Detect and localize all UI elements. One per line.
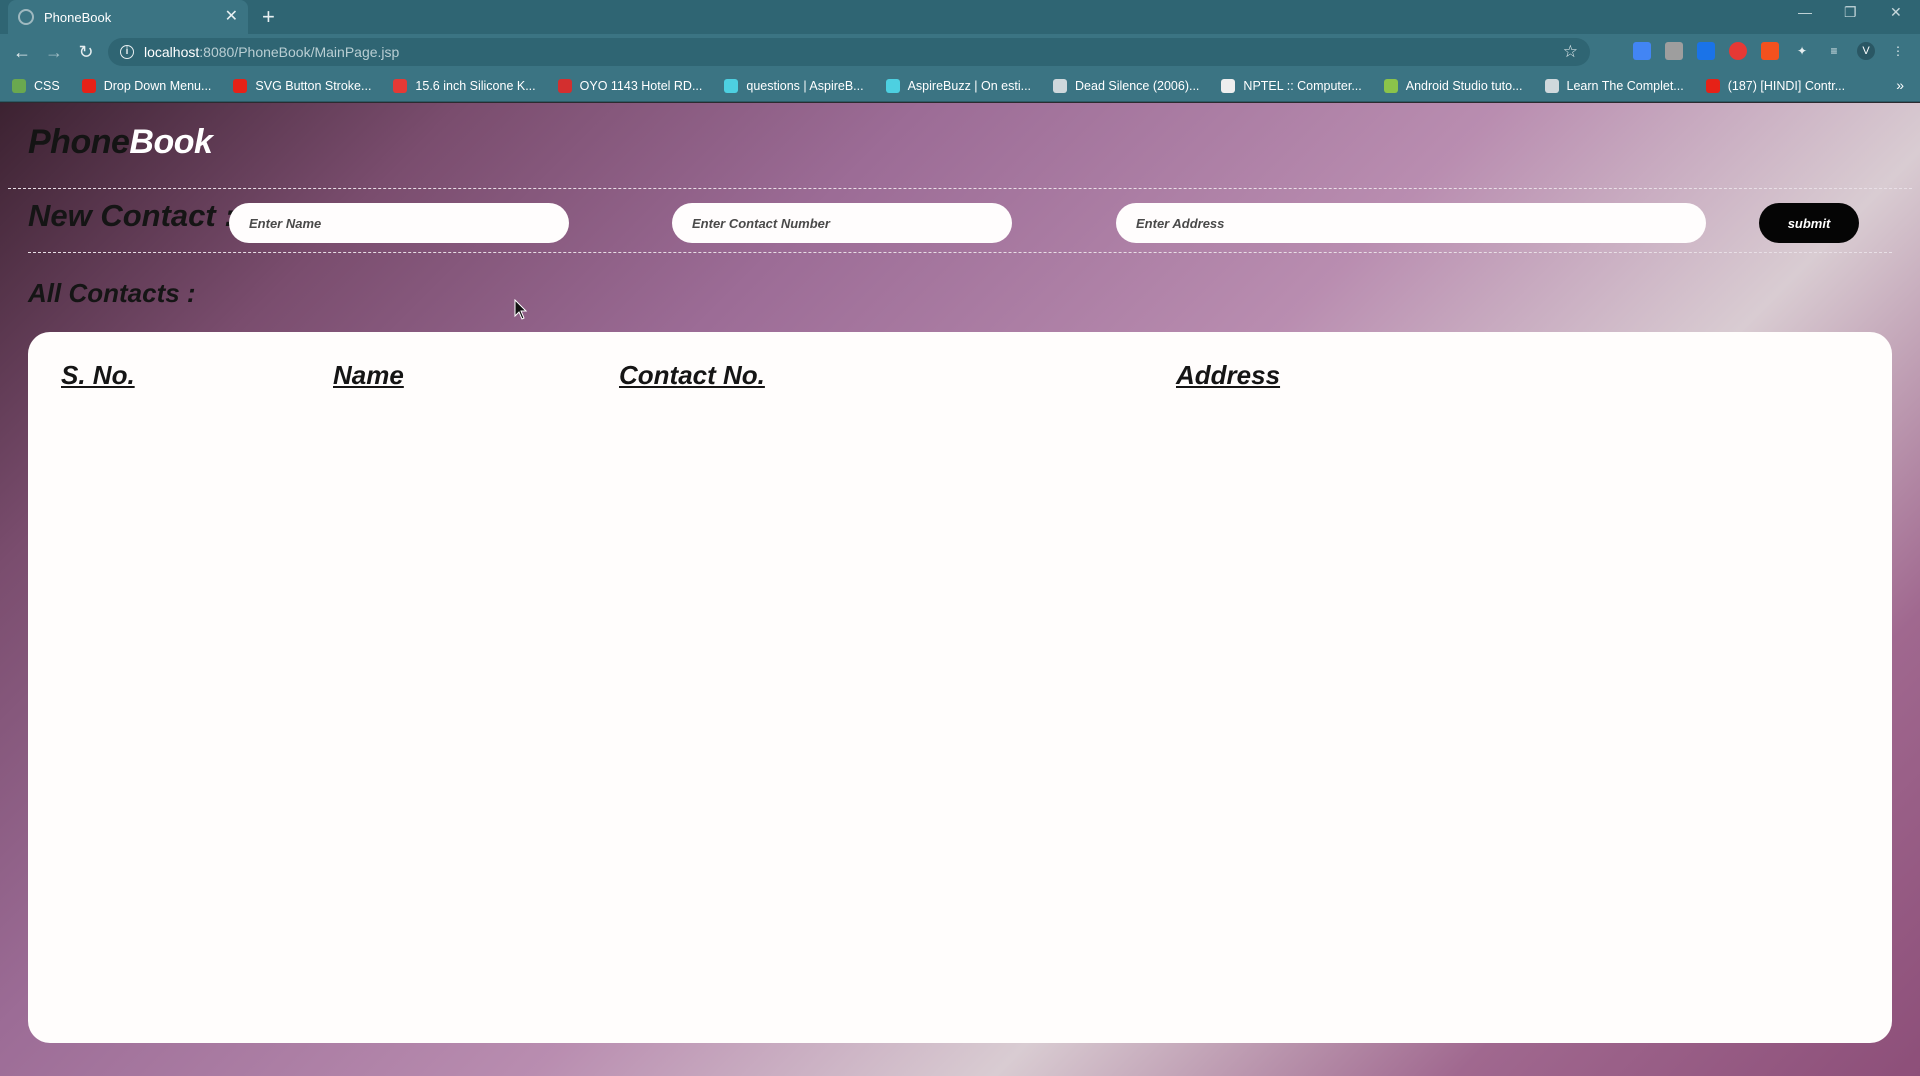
bookmark-label: 15.6 inch Silicone K...: [415, 78, 536, 93]
column-header-address: Address: [1176, 360, 1281, 390]
bookmark-label: Dead Silence (2006)...: [1075, 78, 1200, 93]
bookmark-item[interactable]: Dead Silence (2006)...: [1053, 78, 1200, 93]
bookmark-label: Drop Down Menu...: [103, 78, 212, 93]
bookmark-item[interactable]: 15.6 inch Silicone K...: [393, 78, 536, 93]
globe-icon: [18, 9, 34, 25]
column-header-contact: Contact No.: [619, 360, 765, 390]
bookmark-item[interactable]: AspireBuzz | On esti...: [885, 78, 1032, 93]
shop-icon: [393, 78, 408, 93]
bookmark-star-icon[interactable]: ☆: [1563, 42, 1578, 62]
extension-translate-icon[interactable]: [1697, 42, 1715, 60]
bookmark-item[interactable]: CSS: [12, 78, 60, 93]
tab-title: PhoneBook: [44, 9, 112, 25]
contacts-table: S. No. Name Contact No. Address: [28, 332, 1892, 1043]
media-queue-icon[interactable]: ≡: [1825, 42, 1843, 60]
logo-book: Book: [129, 123, 213, 161]
bookmark-label: NPTEL :: Computer...: [1243, 78, 1362, 93]
bookmark-label: Android Studio tuto...: [1405, 78, 1523, 93]
divider-top: [8, 188, 1912, 189]
bookmarks-bar: CSS Drop Down Menu... SVG Button Stroke...…: [0, 70, 1920, 102]
divider-form: [28, 252, 1892, 253]
bookmarks-more-icon[interactable]: »: [1896, 77, 1904, 93]
browser-tab[interactable]: PhoneBook ✕: [8, 0, 248, 34]
reload-icon[interactable]: ↻: [74, 40, 98, 64]
bookmark-label: CSS: [34, 78, 60, 93]
youtube-icon: [233, 78, 248, 93]
page-body: PhoneBook New Contact : submit All Conta…: [0, 103, 1920, 1076]
forward-icon[interactable]: →: [42, 40, 66, 64]
browser-toolbar: ← → ↻ i localhost :8080/PhoneBook/MainPa…: [0, 34, 1920, 70]
bookmark-label: questions | AspireB...: [746, 78, 864, 93]
aspire-icon: [724, 78, 739, 93]
profile-avatar[interactable]: V: [1857, 42, 1875, 60]
bookmark-label: AspireBuzz | On esti...: [907, 78, 1032, 93]
url-path: :8080/PhoneBook/MainPage.jsp: [199, 44, 400, 60]
menu-kebab-icon[interactable]: ⋮: [1889, 42, 1907, 60]
logo-phone: Phone: [28, 123, 130, 161]
oyo-icon: [557, 78, 572, 93]
bookmark-item[interactable]: NPTEL :: Computer...: [1221, 78, 1362, 93]
bookmark-label: OYO 1143 Hotel RD...: [579, 78, 703, 93]
info-icon[interactable]: i: [120, 45, 134, 59]
contact-number-input[interactable]: [672, 203, 1012, 243]
address-bar[interactable]: i localhost :8080/PhoneBook/MainPage.jsp…: [108, 38, 1590, 66]
bookmark-item[interactable]: Drop Down Menu...: [81, 78, 212, 93]
column-header-name: Name: [333, 360, 404, 390]
window-close-icon[interactable]: ✕: [1890, 4, 1902, 21]
column-header-sno: S. No.: [61, 360, 135, 390]
globe-icon: [1544, 78, 1559, 93]
app-logo: PhoneBook: [28, 123, 213, 162]
back-icon[interactable]: ←: [10, 40, 34, 64]
bookmark-label: SVG Button Stroke...: [255, 78, 372, 93]
android-icon: [1383, 78, 1398, 93]
browser-titlebar: PhoneBook ✕ + — ❐ ✕: [0, 0, 1920, 34]
youtube-icon: [1705, 78, 1720, 93]
address-input[interactable]: [1116, 203, 1706, 243]
restore-icon[interactable]: ❐: [1844, 4, 1857, 21]
extension-w-icon[interactable]: [1761, 42, 1779, 60]
extension-calendar-icon[interactable]: [1633, 42, 1651, 60]
url-host: localhost: [144, 44, 200, 60]
css-icon: [12, 78, 26, 93]
film-icon: [1053, 78, 1068, 93]
tab-close-icon[interactable]: ✕: [225, 9, 238, 25]
new-tab-button[interactable]: +: [262, 4, 275, 30]
bookmark-item[interactable]: (187) [HINDI] Contr...: [1705, 78, 1846, 93]
new-contact-heading: New Contact :: [28, 198, 235, 233]
bookmark-item[interactable]: Learn The Complet...: [1544, 78, 1684, 93]
aspire-icon: [885, 78, 900, 93]
extension-screenshot-icon[interactable]: [1665, 42, 1683, 60]
name-input[interactable]: [229, 203, 569, 243]
bookmark-item[interactable]: SVG Button Stroke...: [233, 78, 372, 93]
bookmark-label: Learn The Complet...: [1566, 78, 1684, 93]
bookmark-item[interactable]: OYO 1143 Hotel RD...: [557, 78, 703, 93]
all-contacts-heading: All Contacts :: [28, 278, 196, 308]
bookmark-item[interactable]: questions | AspireB...: [724, 78, 864, 93]
extensions-puzzle-icon[interactable]: ✦: [1793, 42, 1811, 60]
extension-adblock-icon[interactable]: [1729, 42, 1747, 60]
minimize-icon[interactable]: —: [1798, 4, 1812, 20]
bookmark-label: (187) [HINDI] Contr...: [1727, 78, 1846, 93]
nptel-icon: [1221, 78, 1236, 93]
youtube-icon: [81, 78, 96, 93]
submit-button[interactable]: submit: [1759, 203, 1859, 243]
bookmark-item[interactable]: Android Studio tuto...: [1383, 78, 1523, 93]
